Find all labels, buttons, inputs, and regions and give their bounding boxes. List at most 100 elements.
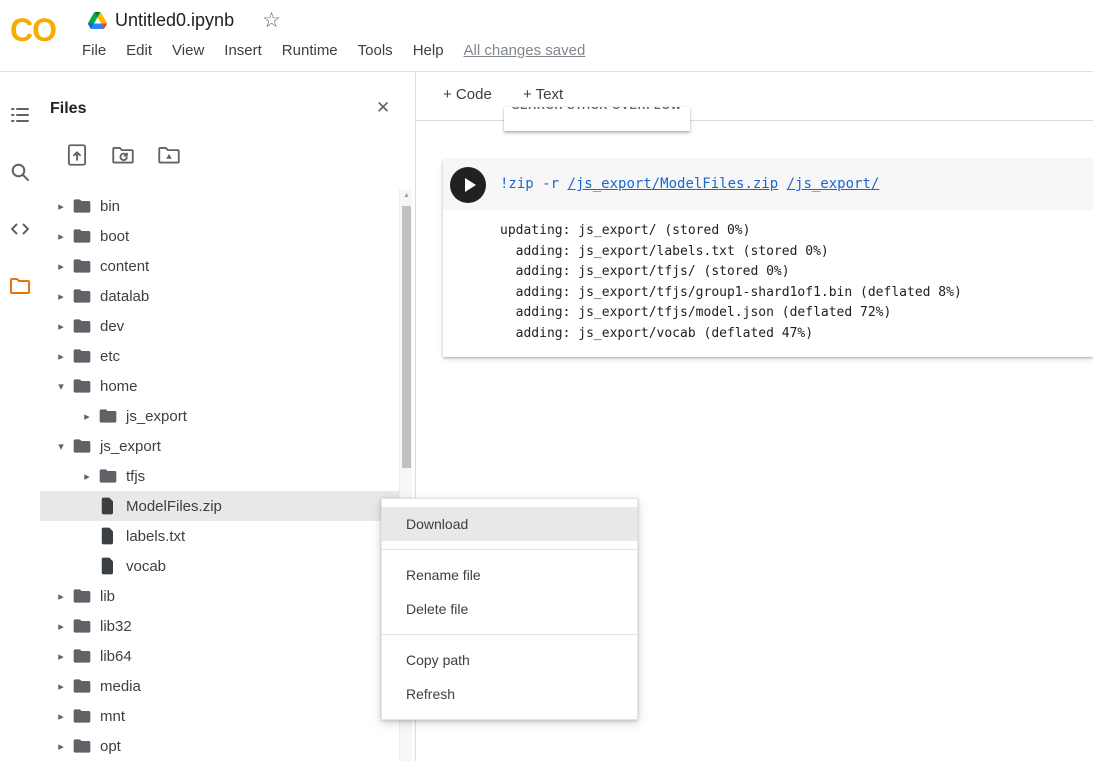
tree-item[interactable]: ▸ lib64 <box>40 641 399 671</box>
expand-arrow-icon[interactable]: ▸ <box>52 320 70 333</box>
close-icon[interactable]: ✕ <box>376 98 390 118</box>
tree-item-label: mnt <box>100 708 125 725</box>
expand-arrow-icon[interactable]: ▸ <box>52 740 70 753</box>
menu-tools[interactable]: Tools <box>358 42 393 59</box>
files-tab-icon[interactable] <box>8 274 32 298</box>
expand-arrow-icon[interactable]: ▸ <box>52 650 70 663</box>
folder-icon <box>72 226 92 246</box>
code-snippets-icon[interactable] <box>8 217 32 241</box>
tree-item[interactable]: ▸ boot <box>40 221 399 251</box>
tree-item-label: opt <box>100 738 121 755</box>
scrollbar-up-arrow-icon[interactable]: ▲ <box>400 192 413 199</box>
notebook-title[interactable]: Untitled0.ipynb <box>115 10 234 31</box>
expand-arrow-icon[interactable]: ▾ <box>52 440 70 453</box>
context-menu-item-copy-path[interactable]: Copy path <box>382 643 637 677</box>
expand-arrow-icon[interactable]: ▾ <box>52 380 70 393</box>
play-icon <box>465 178 476 192</box>
menu-insert[interactable]: Insert <box>224 42 262 59</box>
menu-bar: File Edit View Insert Runtime Tools Help All ch… <box>82 42 585 59</box>
tree-item[interactable]: ▾ js_export <box>40 431 399 461</box>
output-line: updating: js_export/ (stored 0%) <box>500 221 1093 242</box>
expand-arrow-icon[interactable]: ▸ <box>52 350 70 363</box>
code-line[interactable]: !zip -r /js_export/ModelFiles.zip /js_ex… <box>500 176 879 192</box>
menu-view[interactable]: View <box>172 42 204 59</box>
menu-edit[interactable]: Edit <box>126 42 152 59</box>
tree-item[interactable]: ▸ etc <box>40 341 399 371</box>
folder-icon <box>72 736 92 756</box>
menu-help[interactable]: Help <box>413 42 444 59</box>
tree-item-label: ModelFiles.zip <box>126 498 222 515</box>
expand-arrow-icon[interactable]: ▸ <box>52 230 70 243</box>
code-path-link[interactable]: /js_export/ModelFiles.zip <box>567 176 778 192</box>
output-line: adding: js_export/tfjs/group1-shard1of1.… <box>500 283 1093 304</box>
colab-logo[interactable]: CO <box>10 12 56 49</box>
save-status[interactable]: All changes saved <box>464 42 586 59</box>
tree-item[interactable]: ▸ lib32 <box>40 611 399 641</box>
expand-arrow-icon[interactable]: ▸ <box>52 200 70 213</box>
run-cell-button[interactable] <box>450 167 486 203</box>
search-icon[interactable] <box>8 160 32 184</box>
expand-arrow-icon[interactable]: ▸ <box>52 620 70 633</box>
expand-arrow-icon[interactable]: ▸ <box>52 680 70 693</box>
tree-item[interactable]: ▸ dev <box>40 311 399 341</box>
context-menu-item-label: Rename file <box>406 567 481 583</box>
folder-icon <box>72 676 92 696</box>
expand-arrow-icon[interactable]: ▸ <box>78 410 96 423</box>
tree-item[interactable]: ▸ datalab <box>40 281 399 311</box>
tree-item[interactable]: ▸ opt <box>40 731 399 761</box>
tree-item[interactable]: labels.txt <box>40 521 399 551</box>
tree-item[interactable]: vocab <box>40 551 399 581</box>
expand-arrow-icon[interactable]: ▸ <box>52 290 70 303</box>
tree-item-label: boot <box>100 228 129 245</box>
left-rail <box>0 72 40 761</box>
expand-arrow-icon[interactable]: ▸ <box>52 260 70 273</box>
tree-item-label: js_export <box>126 408 187 425</box>
refresh-folder-icon[interactable] <box>110 142 136 168</box>
tree-item-label: dev <box>100 318 124 335</box>
tree-item[interactable]: ▸ js_export <box>40 401 399 431</box>
tree-item[interactable]: ▸ mnt <box>40 701 399 731</box>
context-menu-item-download[interactable]: Download <box>382 507 637 541</box>
tree-item-label: content <box>100 258 149 275</box>
add-code-button[interactable]: + Code <box>443 86 492 103</box>
google-drive-icon <box>88 12 107 29</box>
scrollbar-thumb[interactable] <box>402 206 411 468</box>
tree-item[interactable]: ▾ home <box>40 371 399 401</box>
file-icon <box>98 496 118 516</box>
tree-item[interactable]: ▸ media <box>40 671 399 701</box>
add-text-button[interactable]: + Text <box>523 86 563 103</box>
tree-item-label: labels.txt <box>126 528 185 545</box>
upload-file-icon[interactable] <box>64 142 90 168</box>
menu-runtime[interactable]: Runtime <box>282 42 338 59</box>
context-menu-item-delete-file[interactable]: Delete file <box>382 592 637 626</box>
folder-icon <box>72 196 92 216</box>
context-menu: Download Rename file Delete file Copy pa… <box>381 498 638 720</box>
context-menu-item-label: Copy path <box>406 652 470 668</box>
menu-file[interactable]: File <box>82 42 106 59</box>
tree-item[interactable]: ▸ bin <box>40 191 399 221</box>
expand-arrow-icon[interactable]: ▸ <box>52 590 70 603</box>
tree-item[interactable]: ▸ tfjs <box>40 461 399 491</box>
context-menu-item-rename-file[interactable]: Rename file <box>382 558 637 592</box>
tree-item[interactable]: ModelFiles.zip <box>40 491 399 521</box>
search-stack-overflow-button[interactable]: SEARCH STACK OVERFLOW <box>504 107 690 131</box>
folder-icon <box>72 436 92 456</box>
table-of-contents-icon[interactable] <box>8 103 32 127</box>
tree-item-label: datalab <box>100 288 149 305</box>
cell-output: updating: js_export/ (stored 0%) adding:… <box>443 210 1093 357</box>
code-text <box>778 176 786 192</box>
star-icon[interactable]: ☆ <box>262 8 281 33</box>
folder-icon <box>72 706 92 726</box>
folder-icon <box>72 256 92 276</box>
code-path-link[interactable]: /js_export/ <box>787 176 880 192</box>
tree-item[interactable]: ▸ lib <box>40 581 399 611</box>
tree-item[interactable]: ▸ content <box>40 251 399 281</box>
context-menu-item-refresh[interactable]: Refresh <box>382 677 637 711</box>
expand-arrow-icon[interactable]: ▸ <box>78 470 96 483</box>
file-icon <box>98 556 118 576</box>
tree-item-label: lib32 <box>100 618 132 635</box>
folder-icon <box>72 616 92 636</box>
mount-drive-icon[interactable] <box>156 142 182 168</box>
cell-code-area[interactable]: !zip -r /js_export/ModelFiles.zip /js_ex… <box>443 160 1093 210</box>
expand-arrow-icon[interactable]: ▸ <box>52 710 70 723</box>
